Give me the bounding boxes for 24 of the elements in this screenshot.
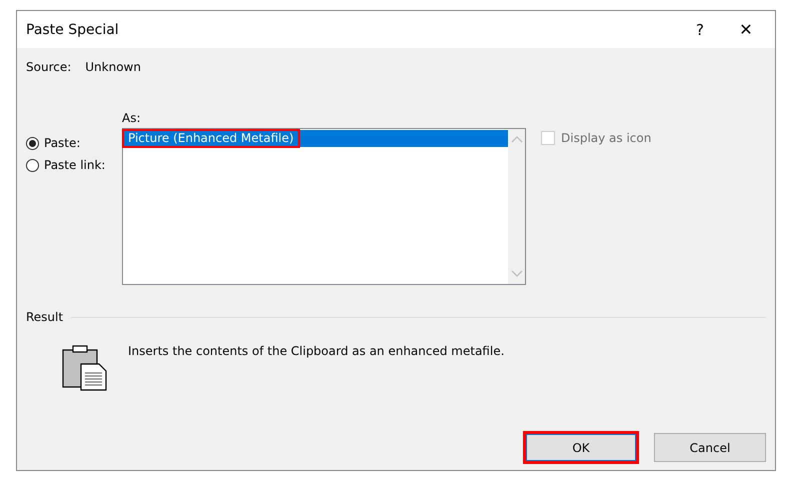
result-description: Inserts the contents of the Clipboard as an enhanced metafile. <box>128 344 504 360</box>
checkbox-label: Display as icon <box>561 131 652 145</box>
item-label: Picture (Enhanced Metafile) <box>124 131 298 146</box>
as-label: As: <box>122 111 142 125</box>
radio-button[interactable] <box>26 136 39 150</box>
radio-option[interactable]: Paste: <box>26 136 122 150</box>
radio-label: Paste: <box>44 136 80 150</box>
close-button[interactable]: ✕ <box>723 11 769 48</box>
scrollbar[interactable] <box>508 129 525 284</box>
radio-button[interactable] <box>26 158 39 172</box>
radio-label: Paste link: <box>44 158 106 172</box>
radio-option[interactable]: Paste link: <box>26 158 122 172</box>
scroll-down-icon[interactable] <box>510 270 522 278</box>
list-item[interactable]: Picture (Enhanced Metafile) <box>124 130 508 147</box>
help-button[interactable]: ? <box>677 11 723 48</box>
dialog-button[interactable]: OK <box>525 433 637 462</box>
dialog-button[interactable]: Cancel <box>654 433 766 462</box>
clipboard-icon <box>62 345 108 391</box>
format-list[interactable]: Picture (Enhanced Metafile) <box>122 128 526 285</box>
source-label: Source: <box>26 60 72 74</box>
scroll-up-icon[interactable] <box>510 135 522 143</box>
window-title: Paste Special <box>26 22 120 38</box>
result-label: Result <box>26 310 64 324</box>
source-value: Unknown <box>85 60 141 74</box>
